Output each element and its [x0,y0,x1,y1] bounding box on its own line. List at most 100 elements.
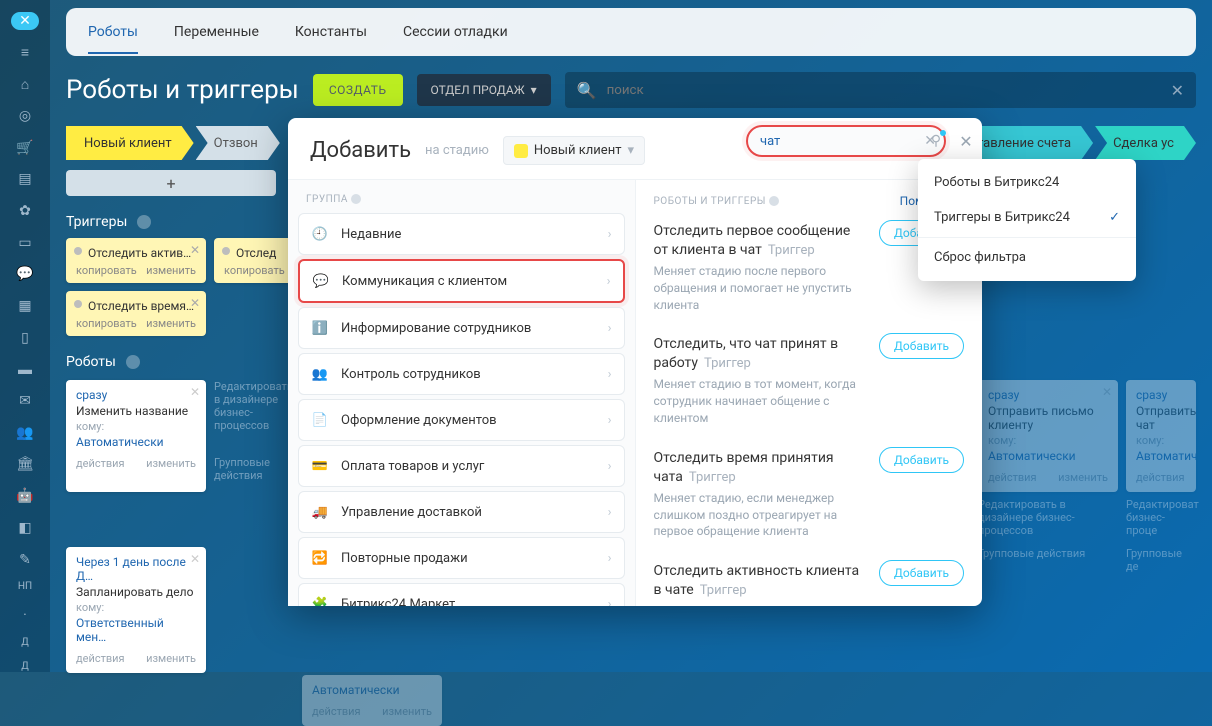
tab-constants[interactable]: Константы [295,10,367,54]
edit-link[interactable]: изменить [146,457,196,470]
rt-item-tag: Триггер [689,470,736,485]
close-icon[interactable]: ✕ [11,12,39,30]
close-modal-button[interactable]: ✕ [954,125,978,157]
add-stage-button[interactable]: + [66,170,276,196]
android-icon[interactable]: 🤖 [11,487,39,505]
truck-icon: 🚚 [311,503,329,521]
close-icon[interactable]: ✕ [190,385,200,399]
info-icon[interactable] [137,215,151,229]
close-icon[interactable]: ✕ [190,552,200,566]
when-label: сразу [76,388,196,402]
filter-option-triggers[interactable]: Триггеры в Битрикс24✓ [918,200,1136,235]
list-icon[interactable]: ▤ [11,170,39,188]
actions-label[interactable]: действия [76,652,125,665]
edit-link[interactable]: изменить [146,652,196,665]
stage-new-client[interactable]: Новый клиент [66,126,194,160]
info-icon[interactable] [769,196,779,206]
bank-icon[interactable]: 🏛 [11,456,39,474]
actions-label[interactable]: действия [1136,471,1185,484]
copy-link[interactable]: копировать [76,317,137,330]
group-item-label: Недавние [341,227,401,242]
tab-variables[interactable]: Переменные [174,10,259,54]
editor-line[interactable]: Редактировать в дизайнере бизнес-процесс… [978,498,1118,537]
group-recent[interactable]: 🕘Недавние› [298,213,625,255]
stage-calls[interactable]: Отзвон [196,126,280,160]
add-button[interactable]: Добавить [879,447,964,473]
calendar-icon[interactable]: ▦ [11,297,39,315]
actions-label[interactable]: действия [312,705,361,718]
info-icon[interactable] [126,355,140,369]
tab-robots[interactable]: Роботы [88,10,138,54]
group-repeat-sales[interactable]: 🔁Повторные продажи› [298,537,625,579]
add-button[interactable]: Добавить [879,560,964,586]
modal-search-input[interactable] [760,134,916,149]
trigger-card[interactable]: ✕ Отследить время … копироватьизменить [66,291,206,336]
status-dot [74,247,82,255]
group-inform-staff[interactable]: ℹ️Информирование сотрудников› [298,307,625,349]
group-market[interactable]: 🧩Битрикс24.Маркет› [298,583,625,606]
target-icon[interactable]: ◎ [11,107,39,125]
stage-picker[interactable]: Новый клиент ▾ [503,136,645,165]
copy-link[interactable]: копировать [76,264,137,277]
global-search[interactable]: 🔍 ✕ [565,72,1196,108]
modal-search[interactable]: ✕ [746,125,946,157]
close-icon[interactable]: ✕ [190,296,200,310]
edit-link[interactable]: изменить [146,317,196,330]
group-short-line[interactable]: Групповые де [1126,547,1196,673]
robot-card[interactable]: ✕ сразу Изменить название кому: Автомати… [66,380,206,492]
divider-icon: · [11,606,39,624]
rail-label-np[interactable]: НП [18,582,32,592]
filter-option-robots[interactable]: Роботы в Битрикс24 [918,165,1136,200]
cube-icon[interactable]: ◧ [11,519,39,537]
editor-line[interactable]: Редактировать в дизайнере бизнес-процесс… [214,380,294,432]
info-icon[interactable] [351,194,361,204]
group-delivery[interactable]: 🚚Управление доставкой› [298,491,625,533]
actions-label[interactable]: действия [76,457,125,470]
search-input[interactable] [607,83,1161,98]
group-client-communication[interactable]: 💬Коммуникация с клиентом› [298,259,625,303]
group-documents[interactable]: 📄Оформление документов› [298,399,625,441]
editor-short-line[interactable]: Редактироват бизнес-проце [1126,498,1196,537]
trigger-title: Отследить активн… [76,246,196,260]
department-button[interactable]: ОТДЕЛ ПРОДАЖ▾ [417,74,551,106]
group-line[interactable]: Групповые действия [978,547,1118,673]
tab-debug-sessions[interactable]: Сессии отладки [403,10,508,54]
settings-icon[interactable]: ✿ [11,202,39,220]
robot-card[interactable]: сразу Отправить чат кому: Автоматически … [1126,380,1196,492]
chevron-right-icon: › [608,413,612,428]
edit-link[interactable]: изменить [1058,471,1108,484]
rail-label-d1[interactable]: Д [21,638,29,648]
archive-icon[interactable]: ▬ [11,361,39,379]
people-icon[interactable]: 👥 [11,424,39,442]
group-line[interactable]: Групповые действия [214,456,294,482]
robot-card[interactable]: Автоматически действияизменить [302,675,442,726]
close-icon[interactable]: ✕ [1102,385,1112,399]
home-icon[interactable]: ⌂ [11,75,39,93]
close-icon[interactable]: ✕ [190,243,200,257]
copy-link[interactable]: копировать [224,264,285,277]
chat-icon[interactable]: 💬 [11,266,39,284]
people-icon: 👥 [311,365,329,383]
edit-link[interactable]: изменить [382,705,432,718]
chevron-down-icon: ▾ [627,143,634,158]
file-icon[interactable]: ▭ [11,234,39,252]
create-button[interactable]: СОЗДАТЬ [313,74,403,106]
robot-card[interactable]: ✕ сразу Отправить письмо клиенту кому: А… [978,380,1118,492]
add-button[interactable]: Добавить [879,333,964,359]
pencil-icon[interactable]: ✎ [11,551,39,569]
clear-icon[interactable]: ✕ [1171,81,1184,100]
trigger-card[interactable]: ✕ Отследить активн… копировать изменить [66,238,206,283]
filter-option-reset[interactable]: Сброс фильтра [918,240,1136,275]
stage-deal[interactable]: Сделка ус [1095,126,1196,160]
rail-label-d2[interactable]: Д [21,662,29,672]
doc-icon[interactable]: ▯ [11,329,39,347]
filter-button[interactable]: ⚲ [924,125,948,157]
robot-card[interactable]: ✕ Через 1 день после Д… Запланировать де… [66,547,206,673]
cart-icon[interactable]: 🛒 [11,139,39,157]
filter-icon[interactable]: ≡ [11,44,39,62]
actions-label[interactable]: действия [988,471,1037,484]
group-payment[interactable]: 💳Оплата товаров и услуг› [298,445,625,487]
edit-link[interactable]: изменить [146,264,196,277]
mail-icon[interactable]: ✉ [11,392,39,410]
group-staff-control[interactable]: 👥Контроль сотрудников› [298,353,625,395]
